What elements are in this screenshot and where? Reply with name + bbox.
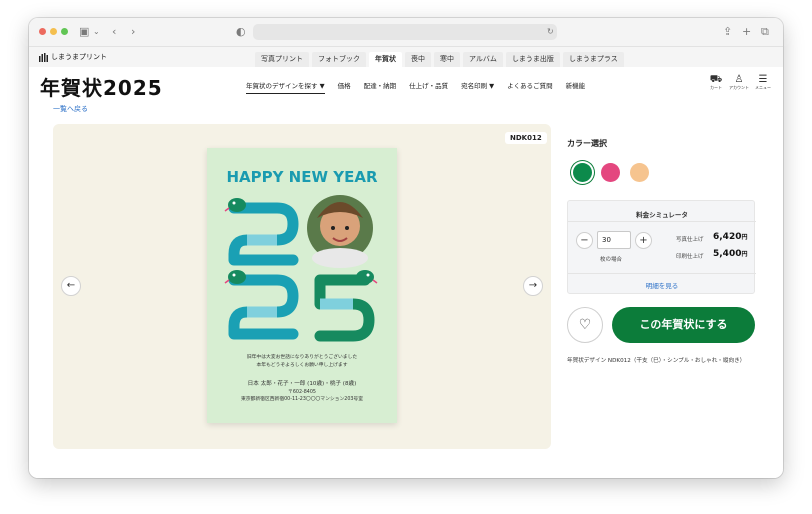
print-finish-price: 5,400円 [713, 249, 748, 259]
new-tab-icon[interactable]: + [742, 24, 751, 40]
page-title[interactable]: 年賀状2025 [40, 72, 163, 101]
account-button[interactable]: ♙ アカウント [729, 74, 749, 91]
design-code-badge: NDK012 [505, 132, 547, 144]
card-sender: 日本 太郎・花子・一郎 (10歳)・桃子 (8歳) 〒602-8405 東京都新… [240, 381, 364, 402]
tab-plus[interactable]: しまうまプラス [562, 52, 624, 67]
nav-new-features[interactable]: 新機能 [566, 80, 586, 94]
increment-button[interactable]: + [635, 232, 652, 249]
chevron-down-icon[interactable]: ⌄ [93, 24, 100, 40]
print-finish-label: 印刷仕上げ [676, 254, 704, 260]
tab-publishing[interactable]: しまうま出版 [505, 52, 560, 67]
nav-price[interactable]: 価格 [338, 80, 351, 94]
logo-text: しまうまプリント [51, 53, 107, 61]
color-select-label: カラー選択 [567, 139, 607, 148]
nav-find-design[interactable]: 年賀状のデザインを探す ▼ [246, 80, 325, 94]
nav-faq[interactable]: よくあるご質問 [507, 80, 553, 94]
color-swatch-peach[interactable] [630, 163, 649, 182]
nav-address-print[interactable]: 宛名印刷 ▼ [461, 80, 494, 94]
favorite-button[interactable]: ♡ [567, 307, 603, 343]
simulator-title: 料金シミュレータ [636, 211, 688, 219]
cart-button[interactable]: ⛟ カート [706, 74, 726, 91]
tab-nengajo[interactable]: 年賀状 [369, 52, 402, 67]
share-icon[interactable]: ⇪ [723, 24, 732, 40]
account-icon: ♙ [734, 74, 744, 85]
price-simulator: 料金シミュレータ − 30 + 枚の場合 写真仕上げ 6,420円 印刷仕上げ … [567, 200, 756, 294]
main-navigation: 年賀状のデザインを探す ▼ 価格 配達・納期 仕上げ・品質 宛名印刷 ▼ よくあ… [246, 80, 585, 94]
reload-icon[interactable]: ↻ [547, 24, 554, 40]
close-window-button[interactable] [39, 28, 46, 35]
forward-icon[interactable]: › [131, 24, 135, 40]
address-bar[interactable] [253, 24, 557, 40]
decrement-button[interactable]: − [576, 232, 593, 249]
shield-icon[interactable]: ◐ [236, 24, 246, 40]
tab-photo-print[interactable]: 写真プリント [255, 52, 309, 67]
logo-icon [39, 52, 48, 62]
view-details-link[interactable]: 明細を見る [568, 280, 756, 290]
tab-album[interactable]: アルバム [463, 52, 503, 67]
tab-mochu[interactable]: 喪中 [405, 52, 431, 67]
next-arrow-button[interactable]: → [523, 276, 543, 296]
select-design-button[interactable]: この年賀状にする [612, 307, 755, 343]
back-icon[interactable]: ‹ [112, 24, 116, 40]
site-logo[interactable]: しまうまプリント [39, 52, 107, 62]
tab-photobook[interactable]: フォトブック [312, 52, 366, 67]
menu-icon: ☰ [758, 74, 768, 85]
design-preview: NDK012 ← → HAPPY NEW YEAR 旧年中は大変お世話になりあり… [53, 124, 551, 449]
tab-kanchu[interactable]: 寒中 [434, 52, 460, 67]
nengajo-card: HAPPY NEW YEAR 旧年中は大変お世話になりありがとうございました 本… [207, 148, 397, 423]
nav-quality[interactable]: 仕上げ・品質 [409, 80, 448, 94]
nav-delivery[interactable]: 配達・納期 [364, 80, 397, 94]
prev-arrow-button[interactable]: ← [61, 276, 81, 296]
photo-finish-price: 6,420円 [713, 232, 748, 242]
color-swatch-green[interactable] [573, 163, 592, 182]
quantity-unit: 枚の場合 [600, 257, 623, 263]
browser-toolbar: ▣ ⌄ ‹ › ◐ ↻ ⇪ + ⧉ [29, 18, 783, 47]
minus-icon: − [580, 235, 589, 246]
card-headline: HAPPY NEW YEAR [226, 168, 378, 186]
photo-finish-label: 写真仕上げ [676, 237, 704, 243]
sidebar-icon[interactable]: ▣ [79, 24, 89, 40]
card-greeting: 旧年中は大変お世話になりありがとうございました 本年もどうぞよろしくお願い申し上… [246, 355, 358, 368]
design-description: 年賀状デザイン NDK012（干支（巳）・シンプル・おしゃれ・縦向き） [567, 358, 746, 364]
tab-overview-icon[interactable]: ⧉ [761, 24, 769, 40]
minimize-window-button[interactable] [50, 28, 57, 35]
menu-button[interactable]: ☰ メニュー [753, 74, 773, 91]
plus-icon: + [639, 235, 648, 246]
heart-icon: ♡ [578, 317, 592, 333]
arrow-left-icon: ← [66, 280, 76, 291]
back-to-list-link[interactable]: 一覧へ戻る [53, 104, 88, 114]
arrow-right-icon: → [528, 280, 538, 291]
cart-icon: ⛟ [709, 74, 723, 85]
service-tabs: 写真プリント フォトブック 年賀状 喪中 寒中 アルバム しまうま出版 しまうま… [255, 52, 624, 67]
browser-window: ▣ ⌄ ‹ › ◐ ↻ ⇪ + ⧉ しまうまプリント 写真プリント フォトブック… [29, 18, 783, 478]
snake-head-icon [228, 198, 246, 212]
zoom-window-button[interactable] [61, 28, 68, 35]
color-swatch-pink[interactable] [601, 163, 620, 182]
quantity-input[interactable]: 30 [597, 231, 631, 249]
